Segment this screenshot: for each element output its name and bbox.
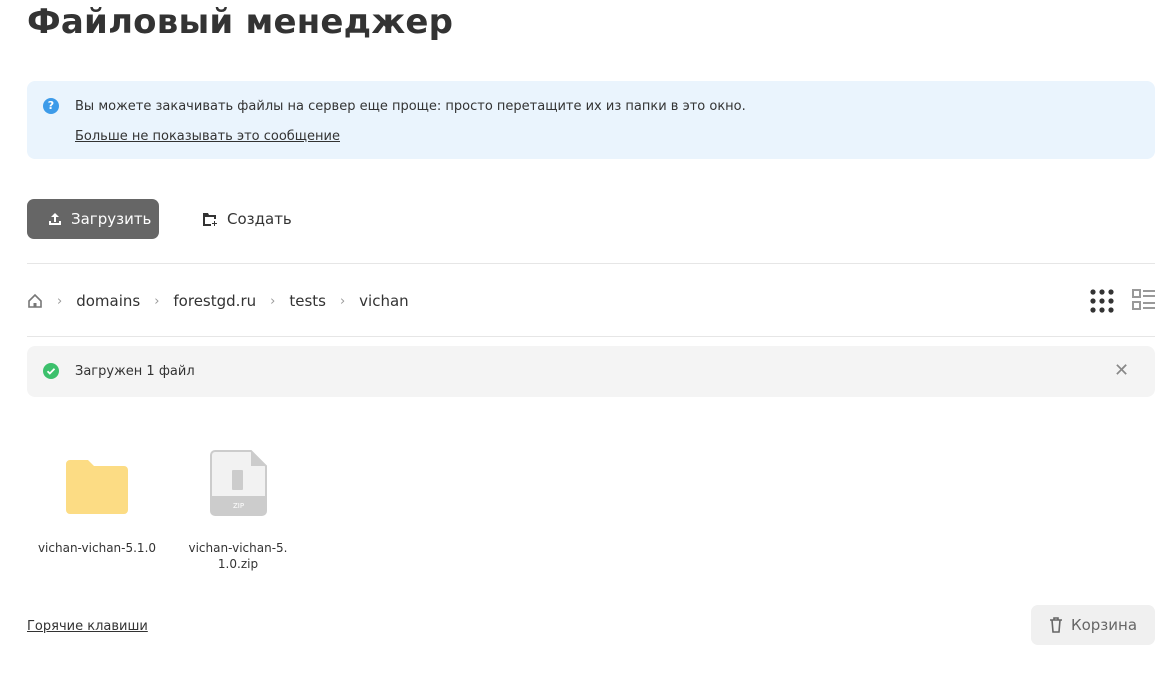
notice-text: Загружен 1 файл <box>75 364 195 379</box>
list-view-icon[interactable] <box>1131 288 1155 312</box>
check-icon <box>43 363 59 379</box>
breadcrumb-domains[interactable]: domains <box>76 292 140 310</box>
svg-text:ZIP: ZIP <box>233 502 244 510</box>
create-button[interactable]: Создать <box>202 199 292 239</box>
upload-label: Загрузить <box>71 210 152 228</box>
breadcrumb-forestgd[interactable]: forestgd.ru <box>173 292 256 310</box>
upload-button[interactable]: Загрузить <box>27 199 159 239</box>
breadcrumb-tests[interactable]: tests <box>289 292 326 310</box>
chevron-right-icon: › <box>154 293 160 309</box>
grid-view-icon[interactable] <box>1089 288 1115 314</box>
help-icon: ? <box>43 98 59 114</box>
home-icon[interactable] <box>27 293 43 309</box>
file-item-folder[interactable]: vichan-vichan-5.1.0 <box>37 445 157 556</box>
chevron-right-icon: › <box>339 293 346 309</box>
upload-icon <box>49 213 61 225</box>
folder-icon <box>66 460 128 514</box>
trash-button[interactable]: Корзина <box>1031 605 1155 645</box>
breadcrumb-current: vichan <box>359 292 409 310</box>
dismiss-link[interactable]: Больше не показывать это сообщение <box>75 129 340 144</box>
info-text: Вы можете закачивать файлы на сервер еще… <box>75 99 746 114</box>
divider <box>27 336 1155 337</box>
file-item-zip[interactable]: ZIP vichan-vichan-5.1.0.zip <box>178 445 298 572</box>
trash-label: Корзина <box>1070 616 1138 634</box>
divider <box>27 263 1155 264</box>
chevron-right-icon: › <box>270 293 276 309</box>
page-title: Файловый менеджер <box>27 2 454 42</box>
file-name: vichan-vichan-5.1.0 <box>37 541 157 555</box>
trash-icon <box>1049 617 1062 633</box>
chevron-right-icon: › <box>57 293 63 309</box>
create-label: Создать <box>227 210 292 228</box>
upload-notice: Загружен 1 файл ✕ <box>27 346 1155 397</box>
hotkeys-link[interactable]: Горячие клавиши <box>27 619 148 634</box>
info-banner: ? Вы можете закачивать файлы на сервер е… <box>27 81 1155 159</box>
breadcrumb: › domains › forestgd.ru › tests › vichan <box>27 289 409 313</box>
folder-add-icon <box>203 213 217 226</box>
file-name: vichan-vichan-5.1.0.zip <box>188 541 288 571</box>
zip-file-icon: ZIP <box>210 450 267 516</box>
close-icon[interactable]: ✕ <box>1114 360 1129 381</box>
